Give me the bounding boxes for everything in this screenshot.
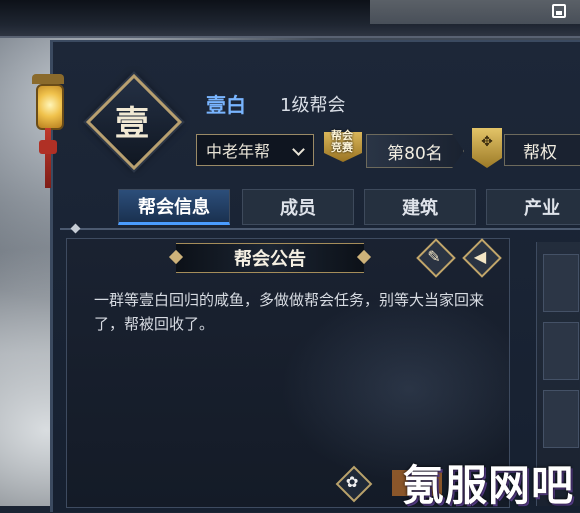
tab-guild-info[interactable]: 帮会信息 (118, 189, 230, 225)
settings-button[interactable]: ✿ (335, 465, 373, 503)
guild-name: 壹白 (206, 93, 246, 117)
guild-emblem: 壹 (85, 73, 183, 171)
tab-members[interactable]: 成员 (242, 189, 354, 225)
emblem-char: 壹 (115, 103, 149, 144)
badge-text: 帮会 竞赛 (320, 130, 364, 154)
watermark: 氪服网吧 (402, 461, 575, 510)
side-slot (543, 390, 579, 448)
notice-title: 帮会公告 (176, 243, 364, 273)
lantern-cap (32, 74, 64, 84)
settings-icon: ✿ (345, 473, 359, 491)
tab-industry[interactable]: 产业 (486, 189, 580, 225)
guild-level: 1级帮会 (280, 95, 346, 116)
roof-snow (370, 0, 580, 24)
megaphone-icon: ◀ (473, 246, 487, 266)
guild-type-value: 中老年帮 (206, 142, 271, 161)
tab-buildings[interactable]: 建筑 (364, 189, 476, 225)
tab-divider (60, 228, 580, 230)
badge-line-2: 竞赛 (331, 141, 353, 154)
notice-text: 一群等壹白回归的咸鱼，多做做帮会任务，别等大当家回来了，帮被回收了。 (94, 291, 485, 333)
lantern-knot (39, 140, 57, 154)
lantern-tassel (45, 128, 51, 188)
side-slot (543, 322, 579, 380)
rights-button[interactable]: 帮权 (504, 134, 580, 166)
chevron-down-icon (292, 143, 305, 156)
side-slot (543, 254, 579, 312)
lantern-decoration (28, 70, 68, 190)
edit-notice-button[interactable]: ✎ (416, 238, 456, 278)
competition-badge-icon: 帮会 竞赛 (320, 126, 364, 170)
save-icon[interactable] (552, 4, 566, 18)
guild-rank[interactable]: 第80名 (366, 134, 464, 168)
lantern-body (36, 84, 64, 130)
edit-icon: ✎ (427, 246, 441, 266)
guild-type-dropdown[interactable]: 中老年帮 (196, 134, 314, 166)
announce-button[interactable]: ◀ (462, 238, 502, 278)
